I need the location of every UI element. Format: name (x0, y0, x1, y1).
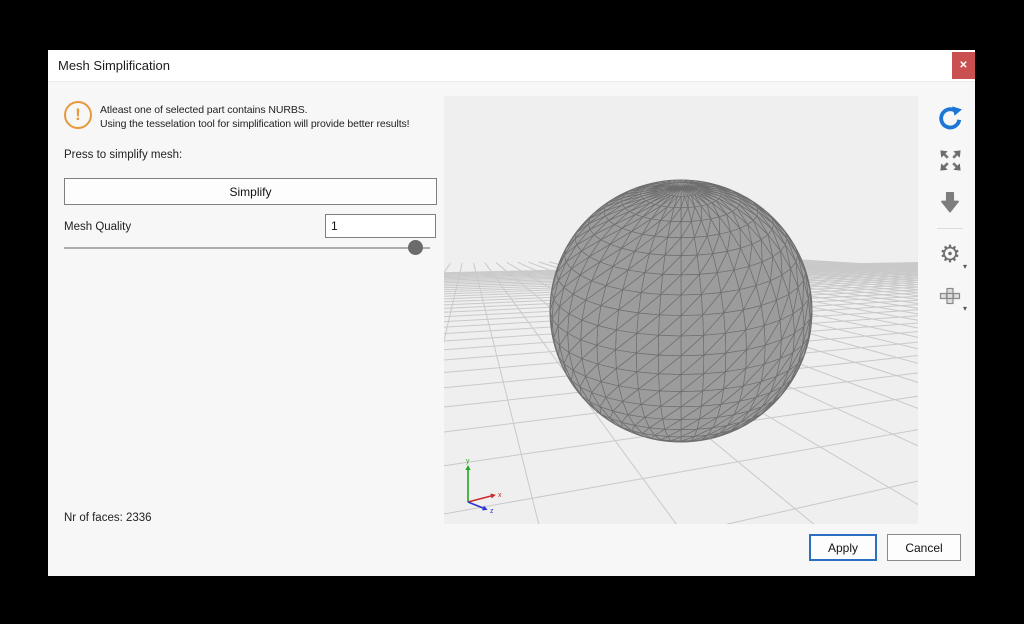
toolbar-divider (937, 228, 963, 229)
warning-message: Atleast one of selected part contains NU… (100, 103, 410, 131)
mesh-quality-label: Mesh Quality (64, 221, 131, 233)
3d-viewport[interactable]: y x z (444, 96, 918, 524)
fit-all-icon (937, 147, 964, 174)
download-mesh-button[interactable] (932, 184, 968, 220)
dialog-titlebar: Mesh Simplification ✕ (48, 50, 975, 82)
viewport-toolbar: ⚙ ▾ ▾ (928, 100, 972, 321)
gear-icon: ⚙ (939, 243, 961, 267)
settings-button[interactable]: ⚙ ▾ (932, 237, 968, 273)
fit-all-button[interactable] (932, 142, 968, 178)
warning-line-1: Atleast one of selected part contains NU… (100, 103, 410, 117)
apply-button[interactable]: Apply (809, 534, 877, 561)
refresh-view-button[interactable] (932, 100, 968, 136)
dialog-title: Mesh Simplification (58, 58, 170, 73)
svg-text:y: y (466, 458, 470, 465)
simplify-button[interactable]: Simplify (64, 178, 437, 205)
warning-line-2: Using the tesselation tool for simplific… (100, 117, 410, 131)
grid-views-icon (938, 285, 962, 309)
download-arrow-icon (937, 189, 963, 215)
grid-views-button[interactable]: ▾ (932, 279, 968, 315)
close-icon: ✕ (959, 60, 967, 71)
svg-text:z: z (490, 508, 494, 515)
press-to-simplify-label: Press to simplify mesh: (64, 149, 182, 161)
warning-exclamation: ! (75, 105, 81, 125)
mesh-simplification-dialog: Mesh Simplification ✕ ! Atleast one of s… (48, 50, 975, 576)
face-count-label: Nr of faces: 2336 (64, 512, 152, 524)
gear-dropdown-caret: ▾ (963, 262, 967, 271)
warning-icon: ! (64, 101, 92, 129)
mesh-quality-slider[interactable] (64, 247, 430, 249)
close-button[interactable]: ✕ (952, 52, 975, 79)
refresh-icon (937, 105, 964, 132)
slider-handle[interactable] (408, 240, 423, 255)
grid-dropdown-caret: ▾ (963, 304, 967, 313)
cancel-button[interactable]: Cancel (887, 534, 961, 561)
viewport-canvas: y x z (444, 96, 918, 524)
mesh-quality-input[interactable] (325, 214, 436, 238)
svg-text:x: x (498, 492, 502, 499)
